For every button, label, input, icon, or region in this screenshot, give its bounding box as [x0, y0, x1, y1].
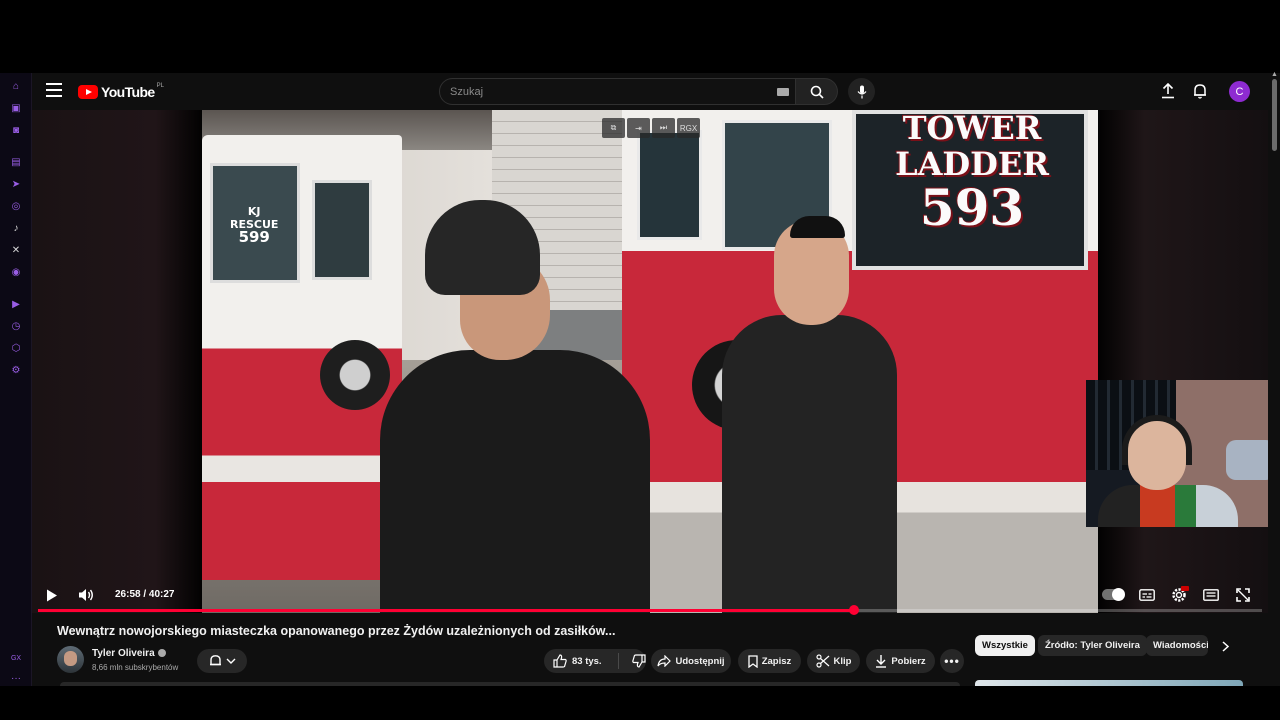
discord-icon[interactable]: ◉	[9, 265, 23, 279]
play-icon	[47, 589, 57, 601]
rgx-button[interactable]: RGX	[677, 118, 700, 138]
search-button[interactable]	[796, 78, 838, 105]
like-button[interactable]: 83 tys.	[553, 654, 602, 668]
channel-avatar[interactable]	[57, 646, 84, 673]
headphones	[1122, 415, 1192, 465]
chips-next-button[interactable]	[1215, 636, 1235, 656]
youtube-logo[interactable]: YouTube PL	[78, 83, 164, 101]
masthead: YouTube PL C	[32, 73, 1268, 110]
clip-button[interactable]: Klip	[807, 649, 860, 673]
gx-messenger-icon[interactable]: ◙	[9, 123, 23, 137]
chevron-down-icon	[226, 658, 235, 664]
channel-name[interactable]: Tyler Oliveira	[92, 648, 166, 659]
browser-sidebar: ⌂ ▣ ◙ ▤ ➤ ◎ ♪ ✕ ◉ ▶ ◷ ⬡ ⚙ GX ···	[0, 73, 32, 686]
more-actions-button[interactable]: •••	[940, 649, 964, 673]
pip-controls: ⧉ ⇥ ⏭ RGX	[602, 118, 700, 138]
recommended-thumbnail[interactable]	[975, 680, 1243, 686]
search-box[interactable]	[439, 78, 796, 105]
chip-news[interactable]: Wiadomości	[1146, 635, 1208, 656]
telegram-icon[interactable]: ➤	[9, 177, 23, 191]
microphone-icon	[857, 85, 866, 98]
share-button[interactable]: Udostępnij	[651, 649, 731, 673]
chip-all[interactable]: Wszystkie	[975, 635, 1035, 656]
upload-icon	[1162, 83, 1174, 99]
bell-icon	[209, 655, 221, 666]
gx-logo-icon: GX	[10, 654, 22, 662]
truck-left-label: KJ RESCUE 599	[230, 205, 279, 246]
mute-button[interactable]	[76, 583, 96, 607]
settings-button[interactable]	[1169, 583, 1189, 607]
download-icon	[876, 655, 887, 668]
gx-player-icon[interactable]: ▣	[9, 101, 23, 115]
more-horizontal-icon: •••	[944, 654, 960, 668]
time-display: 26:58 / 40:27	[115, 589, 175, 600]
instagram-icon[interactable]: ◎	[9, 199, 23, 213]
search-input[interactable]	[450, 85, 750, 99]
youtube-play-icon	[78, 85, 98, 99]
thumbs-up-icon	[553, 654, 567, 668]
gx-aria-icon[interactable]: ⌂	[9, 79, 23, 93]
streamer-webcam-overlay	[1086, 380, 1268, 527]
volume-icon	[79, 589, 93, 601]
video-player[interactable]: KJ RESCUE 599 TOWER LADDER 593 ⧉ ⇥ ⏭ RGX	[32, 110, 1268, 615]
dislike-button[interactable]	[631, 654, 646, 668]
subtitles-icon	[1139, 589, 1155, 601]
scissors-icon	[815, 654, 829, 668]
history-icon[interactable]: ◷	[9, 319, 23, 333]
subscriber-count: 8,66 mln subskrybentów	[92, 663, 179, 672]
scroll-thumb[interactable]	[1272, 79, 1277, 151]
page-scrollbar[interactable]: ▲	[1268, 71, 1280, 686]
fullscreen-button[interactable]	[1233, 583, 1253, 607]
send-button[interactable]: ⇥	[627, 118, 650, 138]
gx-player-play-icon[interactable]: ▶	[9, 297, 23, 311]
subscribe-bell-button[interactable]	[197, 649, 247, 673]
x-twitter-icon[interactable]: ✕	[9, 243, 23, 257]
verified-icon	[157, 649, 166, 657]
miniplayer-button[interactable]	[1201, 583, 1221, 607]
video-frame[interactable]: KJ RESCUE 599 TOWER LADDER 593 ⧉ ⇥ ⏭ RGX	[202, 110, 1098, 613]
save-button[interactable]: Zapisz	[738, 649, 801, 673]
chevron-right-icon	[1221, 640, 1229, 652]
search-icon	[810, 85, 824, 99]
video-title: Wewnątrz nowojorskiego miasteczka opanow…	[57, 624, 616, 638]
person-left	[380, 200, 660, 613]
like-dislike-group: 83 tys.	[544, 649, 646, 673]
subtitles-button[interactable]	[1137, 583, 1157, 607]
player-controls: 26:58 / 40:27	[32, 583, 1268, 613]
extensions-icon[interactable]: ⬡	[9, 341, 23, 355]
tower-ladder-text: TOWER LADDER 593	[895, 110, 1049, 237]
thumbs-down-icon	[631, 654, 646, 668]
fire-truck-left: KJ RESCUE 599	[202, 135, 402, 580]
fullscreen-icon	[1236, 588, 1250, 602]
keyboard-icon[interactable]	[777, 88, 789, 96]
description-box[interactable]	[60, 682, 960, 686]
scroll-up-icon[interactable]: ▲	[1271, 71, 1278, 78]
play-button[interactable]	[42, 583, 62, 607]
notifications-button[interactable]	[1191, 82, 1209, 100]
popout-button[interactable]: ⧉	[602, 118, 625, 138]
upload-button[interactable]	[1159, 82, 1177, 100]
hd-badge	[1181, 586, 1189, 591]
youtube-watch-page: KJ RESCUE 599 TOWER LADDER 593 ⧉ ⇥ ⏭ RGX…	[32, 73, 1268, 686]
share-icon	[657, 655, 672, 667]
bookmark-icon	[748, 654, 758, 668]
chip-source[interactable]: Źródło: Tyler Oliveira	[1038, 635, 1147, 656]
settings-icon[interactable]: ⚙	[9, 363, 23, 377]
skip-button[interactable]: ⏭	[652, 118, 675, 138]
miniplayer-icon	[1203, 589, 1219, 601]
autoplay-switch	[1102, 588, 1125, 601]
twitch-icon[interactable]: ▤	[9, 155, 23, 169]
more-icon[interactable]: ···	[9, 671, 23, 685]
download-button[interactable]: Pobierz	[866, 649, 935, 673]
menu-icon[interactable]	[46, 83, 62, 99]
bell-icon	[1194, 84, 1206, 99]
person-right	[722, 216, 902, 613]
tiktok-icon[interactable]: ♪	[9, 221, 23, 235]
voice-search-button[interactable]	[848, 78, 875, 105]
account-avatar[interactable]: C	[1229, 81, 1250, 102]
autoplay-toggle[interactable]	[1102, 583, 1128, 607]
